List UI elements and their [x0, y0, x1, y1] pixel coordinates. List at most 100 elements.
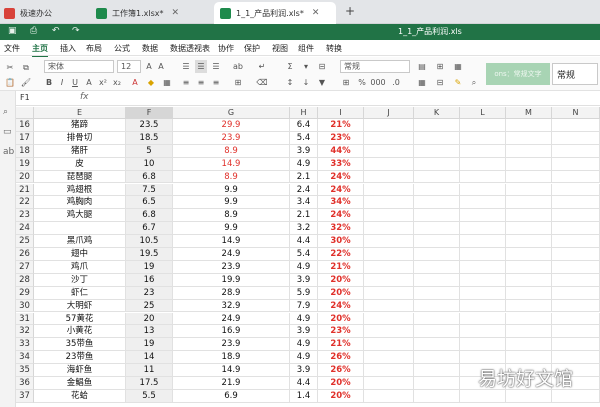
- cell-product[interactable]: 猪肝: [34, 144, 126, 158]
- cell-price[interactable]: 24.9: [173, 312, 290, 326]
- cell-empty[interactable]: [364, 364, 414, 377]
- cell-empty[interactable]: [460, 325, 506, 339]
- cell-empty[interactable]: [506, 131, 552, 145]
- align-right-icon[interactable]: ≡: [210, 76, 222, 89]
- sum-icon[interactable]: Σ: [284, 60, 296, 73]
- cell-product[interactable]: 鸡胸肉: [34, 196, 126, 210]
- decrease-font-icon[interactable]: A: [156, 60, 166, 73]
- cell-price[interactable]: 32.9: [173, 299, 290, 313]
- cell-cost[interactable]: 23: [126, 286, 173, 300]
- cell-product[interactable]: 大明虾: [34, 299, 126, 313]
- cell-profit[interactable]: 4.4: [290, 235, 318, 248]
- delete-cells-icon[interactable]: ⊟: [434, 76, 446, 89]
- cell-profit[interactable]: 4.9: [290, 338, 318, 352]
- function-icon[interactable]: fx: [80, 92, 89, 102]
- cell-empty[interactable]: [506, 286, 552, 300]
- menu-item[interactable]: 组件: [298, 43, 314, 54]
- cell-empty[interactable]: [552, 389, 600, 403]
- cell-empty[interactable]: [460, 170, 506, 184]
- comment-icon[interactable]: ▭: [3, 127, 12, 137]
- spellcheck-icon[interactable]: ab: [3, 147, 14, 157]
- menu-item[interactable]: 保护: [244, 43, 260, 54]
- cell-margin[interactable]: 20%: [318, 286, 364, 300]
- cell-profit[interactable]: 5.9: [290, 286, 318, 300]
- cell-profit[interactable]: 4.9: [290, 157, 318, 171]
- cell-product[interactable]: 琵琶腿: [34, 170, 126, 184]
- cell-margin[interactable]: 34%: [318, 196, 364, 210]
- menu-item[interactable]: 数据透视表: [170, 43, 210, 54]
- cell-empty[interactable]: [552, 273, 600, 287]
- cell-empty[interactable]: [552, 338, 600, 352]
- cell-empty[interactable]: [364, 131, 414, 145]
- cell-profit[interactable]: 2.1: [290, 170, 318, 184]
- cell-price[interactable]: 23.9: [173, 131, 290, 145]
- cell-cost[interactable]: 6.8: [126, 170, 173, 184]
- cell-cost[interactable]: 20: [126, 312, 173, 326]
- cell-product[interactable]: 23带鱼: [34, 351, 126, 365]
- cell-product[interactable]: 黑爪鸡: [34, 235, 126, 248]
- cell-margin[interactable]: 30%: [318, 235, 364, 248]
- cell-profit[interactable]: 3.2: [290, 222, 318, 236]
- merge-cells-icon[interactable]: ⊞: [232, 76, 244, 89]
- undo-icon[interactable]: ↶: [52, 26, 60, 36]
- font-color-icon[interactable]: A: [130, 76, 140, 89]
- cell-empty[interactable]: [460, 131, 506, 145]
- underline-icon[interactable]: U: [70, 76, 80, 89]
- accounting-icon[interactable]: ⊞: [340, 76, 352, 89]
- cell-empty[interactable]: [460, 338, 506, 352]
- cell-cost[interactable]: 11: [126, 364, 173, 377]
- cell-product[interactable]: 57黄花: [34, 312, 126, 326]
- fill-color-icon[interactable]: ◆: [146, 76, 156, 89]
- cell-profit[interactable]: 4.4: [290, 377, 318, 390]
- cell-price[interactable]: 8.9: [173, 209, 290, 223]
- cell-cost[interactable]: 14: [126, 351, 173, 365]
- increase-decimal-icon[interactable]: .0: [390, 76, 402, 89]
- cell-empty[interactable]: [414, 248, 460, 261]
- cell-empty[interactable]: [506, 196, 552, 210]
- cell-product[interactable]: 排骨切: [34, 131, 126, 145]
- cell-empty[interactable]: [364, 338, 414, 352]
- cell-cost[interactable]: 6.8: [126, 209, 173, 223]
- tab-active-file[interactable]: 1_1_产品利润.xls* ✕: [214, 2, 336, 24]
- cell-cost[interactable]: 18.5: [126, 131, 173, 145]
- cell-empty[interactable]: [506, 248, 552, 261]
- cell-style-preview[interactable]: ons：常规文字: [486, 63, 550, 85]
- orientation-icon[interactable]: ab: [232, 60, 244, 73]
- cell-empty[interactable]: [414, 222, 460, 236]
- named-range-icon[interactable]: ⊟: [316, 60, 328, 73]
- subscript-icon[interactable]: x₂: [112, 76, 122, 89]
- cell-empty[interactable]: [506, 222, 552, 236]
- cell-empty[interactable]: [414, 364, 460, 377]
- cell-empty[interactable]: [414, 144, 460, 158]
- cell-margin[interactable]: 21%: [318, 119, 364, 132]
- row-header[interactable]: 18: [16, 144, 34, 158]
- cell-price[interactable]: 29.9: [173, 119, 290, 132]
- cell-margin[interactable]: 33%: [318, 157, 364, 171]
- cell-price[interactable]: 14.9: [173, 235, 290, 248]
- align-top-icon[interactable]: ☰: [180, 60, 192, 73]
- menu-item[interactable]: 协作: [218, 43, 234, 54]
- cell-empty[interactable]: [506, 338, 552, 352]
- cell-empty[interactable]: [414, 389, 460, 403]
- menu-item[interactable]: 文件: [4, 43, 20, 54]
- close-icon[interactable]: ✕: [172, 8, 180, 18]
- row-header[interactable]: 26: [16, 248, 34, 261]
- cell-price[interactable]: 28.9: [173, 286, 290, 300]
- cell-product[interactable]: 鸡大腿: [34, 209, 126, 223]
- cell-cost[interactable]: 5: [126, 144, 173, 158]
- cell-empty[interactable]: [552, 196, 600, 210]
- row-header[interactable]: 22: [16, 196, 34, 210]
- copy-icon[interactable]: ⧉: [20, 61, 32, 74]
- pen-icon[interactable]: ✎: [452, 76, 464, 89]
- menu-item[interactable]: 插入: [60, 43, 76, 54]
- filter-icon[interactable]: ▼: [316, 76, 328, 89]
- cell-margin[interactable]: 20%: [318, 312, 364, 326]
- cell-empty[interactable]: [506, 119, 552, 132]
- find-icon[interactable]: ⌕: [468, 76, 480, 89]
- row-header[interactable]: 32: [16, 325, 34, 339]
- cell-empty[interactable]: [364, 235, 414, 248]
- table-format-icon[interactable]: ▦: [416, 76, 428, 89]
- cell-empty[interactable]: [414, 273, 460, 287]
- cell-empty[interactable]: [460, 299, 506, 313]
- cell-empty[interactable]: [506, 299, 552, 313]
